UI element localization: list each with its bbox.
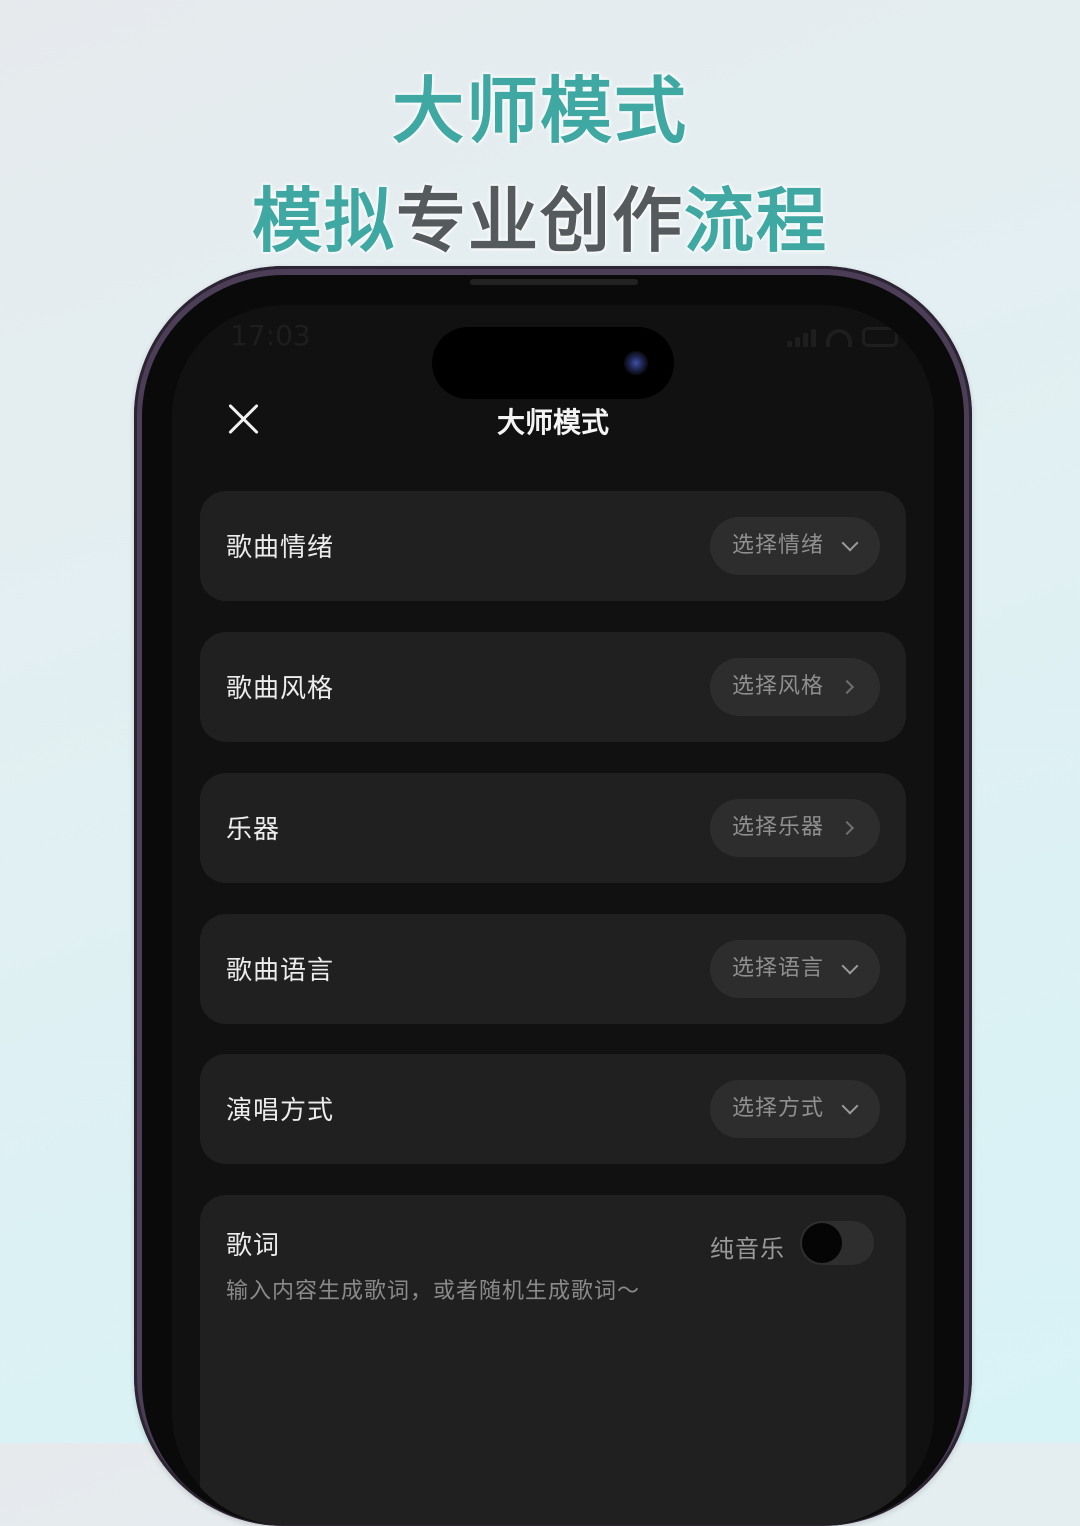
promo-headline-line1: 大师模式 [391,69,688,153]
option-card-instrument: 乐器 选择乐器 [200,773,906,883]
toggle-knob [802,1223,842,1263]
instrument-selector-label: 选择乐器 [731,815,824,840]
option-card-singing: 演唱方式 选择方式 [200,1054,906,1164]
language-selector-label: 选择语言 [731,956,824,981]
lyrics-input[interactable] [226,1279,866,1304]
wifi-icon [826,329,852,347]
style-selector-label: 选择风格 [731,674,824,699]
chevron-right-icon [839,820,855,836]
page-title: 大师模式 [496,406,609,439]
headline-main: 专业创作 [396,180,684,262]
headline-accent-1: 模拟 [252,180,396,262]
option-label-singing: 演唱方式 [226,1096,335,1126]
lyrics-card: 歌词 纯音乐 [200,1195,906,1525]
lyrics-title: 歌词 [226,1231,281,1261]
language-selector[interactable]: 选择语言 [709,940,880,998]
phone-screen: 17:03 大师模式 歌曲情绪 选择情绪 歌曲风格 选择风格 乐器 选择乐器 歌… [172,305,934,1525]
option-label-instrument: 乐器 [226,815,281,845]
singing-selector-label: 选择方式 [731,1096,824,1121]
option-label-style: 歌曲风格 [226,674,335,704]
chevron-down-icon [841,534,859,552]
battery-icon [862,327,898,347]
option-card-style: 歌曲风格 选择风格 [200,632,906,742]
instrument-selector[interactable]: 选择乐器 [709,799,880,857]
front-camera-icon [624,351,648,375]
option-label-language: 歌曲语言 [226,956,335,986]
dynamic-island [432,327,674,399]
option-card-mood: 歌曲情绪 选择情绪 [200,491,906,601]
chevron-down-icon [841,1097,859,1115]
option-card-language: 歌曲语言 选择语言 [200,914,906,1024]
mood-selector[interactable]: 选择情绪 [709,517,880,575]
pure-music-label: 纯音乐 [710,1235,785,1263]
status-time: 17:03 [230,319,311,352]
signal-icon [787,329,816,347]
headline-accent-2: 流程 [684,180,828,262]
chevron-right-icon [839,679,855,695]
phone-top-speaker [470,279,638,285]
option-label-mood: 歌曲情绪 [226,533,335,563]
style-selector[interactable]: 选择风格 [709,658,880,716]
chevron-down-icon [841,957,859,975]
status-icons [787,327,898,347]
pure-music-toggle[interactable] [800,1221,874,1265]
mood-selector-label: 选择情绪 [731,533,824,558]
promo-headline-line2: 模拟专业创作流程 [0,165,1080,266]
singing-selector[interactable]: 选择方式 [709,1080,880,1138]
